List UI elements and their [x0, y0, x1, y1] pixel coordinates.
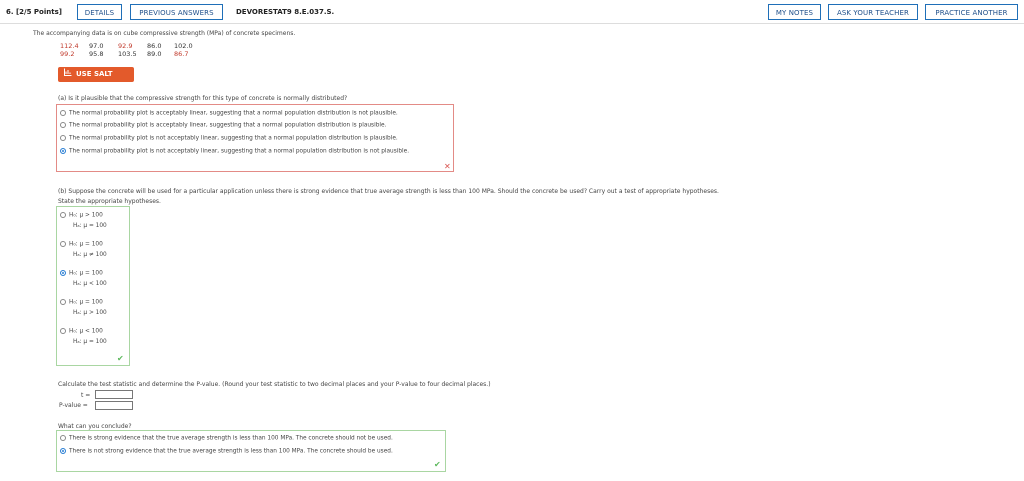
conclude-prompt: What can you conclude? — [58, 423, 132, 430]
hypothesis-option-4-ha: Hₐ: μ > 100 — [73, 310, 107, 316]
my-notes-button[interactable]: MY NOTES — [768, 4, 821, 20]
part-b-state-prompt: State the appropriate hypotheses. — [58, 198, 161, 205]
radio-button[interactable] — [60, 435, 66, 441]
radio-button-selected[interactable] — [60, 270, 66, 276]
part-a-option-4[interactable]: The normal probability plot is not accep… — [60, 148, 409, 155]
radio-button-selected[interactable] — [60, 448, 66, 454]
data-cell: 112.4 — [60, 42, 79, 50]
t-statistic-input[interactable] — [95, 390, 133, 399]
radio-button[interactable] — [60, 110, 66, 116]
previous-answers-button[interactable]: PREVIOUS ANSWERS — [130, 4, 223, 20]
ask-teacher-button[interactable]: ASK YOUR TEACHER — [828, 4, 918, 20]
correct-check-icon: ✔ — [434, 460, 441, 469]
use-salt-label: USE SALT — [76, 70, 113, 78]
data-cell: 99.2 — [60, 50, 75, 58]
correct-check-icon: ✔ — [117, 354, 124, 363]
data-cell: 97.0 — [89, 42, 104, 50]
t-label: t = — [81, 392, 91, 399]
part-a-question: (a) Is it plausible that the compressive… — [58, 95, 348, 102]
data-cell: 86.0 — [147, 42, 162, 50]
p-value-input[interactable] — [95, 401, 133, 410]
hypothesis-option-2-ha: Hₐ: μ ≠ 100 — [73, 252, 107, 258]
radio-button[interactable] — [60, 328, 66, 334]
data-cell: 103.5 — [118, 50, 137, 58]
radio-button[interactable] — [60, 135, 66, 141]
radio-button-selected[interactable] — [60, 148, 66, 154]
data-cell: 86.7 — [174, 50, 189, 58]
data-cell: 92.9 — [118, 42, 133, 50]
practice-another-button[interactable]: PRACTICE ANOTHER — [925, 4, 1018, 20]
details-button[interactable]: DETAILS — [77, 4, 122, 20]
hypothesis-option-1[interactable]: H₀: μ > 100 — [60, 212, 103, 219]
problem-code: DEVORESTAT9 8.E.037.S. — [236, 8, 335, 16]
data-cell: 89.0 — [147, 50, 162, 58]
intro-text: The accompanying data is on cube compres… — [33, 30, 296, 37]
conclusion-option-1[interactable]: There is strong evidence that the true a… — [60, 435, 393, 442]
hypothesis-option-4[interactable]: H₀: μ = 100 — [60, 299, 103, 306]
conclusion-option-2[interactable]: There is not strong evidence that the tr… — [60, 448, 393, 455]
data-cell: 102.0 — [174, 42, 193, 50]
radio-button[interactable] — [60, 299, 66, 305]
question-number: 6. [2/5 Points] — [6, 8, 62, 16]
calc-prompt: Calculate the test statistic and determi… — [58, 381, 491, 388]
part-a-option-2[interactable]: The normal probability plot is acceptabl… — [60, 122, 386, 129]
radio-button[interactable] — [60, 122, 66, 128]
part-a-option-1[interactable]: The normal probability plot is acceptabl… — [60, 110, 398, 117]
hypothesis-option-2[interactable]: H₀: μ = 100 — [60, 241, 103, 248]
hypothesis-option-5-ha: Hₐ: μ = 100 — [73, 339, 107, 345]
p-value-label: P-value = — [59, 402, 88, 409]
data-cell: 95.8 — [89, 50, 104, 58]
incorrect-x-icon: ✕ — [444, 162, 451, 171]
hypothesis-option-1-ha: Hₐ: μ = 100 — [73, 223, 107, 229]
header-divider — [0, 23, 1024, 24]
part-a-option-3[interactable]: The normal probability plot is not accep… — [60, 135, 398, 142]
hypothesis-option-3-ha: Hₐ: μ < 100 — [73, 281, 107, 287]
question-header: 6. [2/5 Points] DETAILS PREVIOUS ANSWERS… — [0, 0, 1024, 24]
salt-chart-icon — [64, 67, 72, 82]
part-b-question: (b) Suppose the concrete will be used fo… — [58, 188, 719, 195]
hypothesis-option-3[interactable]: H₀: μ = 100 — [60, 270, 103, 277]
use-salt-button[interactable]: USE SALT — [58, 67, 134, 82]
hypothesis-option-5[interactable]: H₀: μ < 100 — [60, 328, 103, 335]
radio-button[interactable] — [60, 212, 66, 218]
radio-button[interactable] — [60, 241, 66, 247]
